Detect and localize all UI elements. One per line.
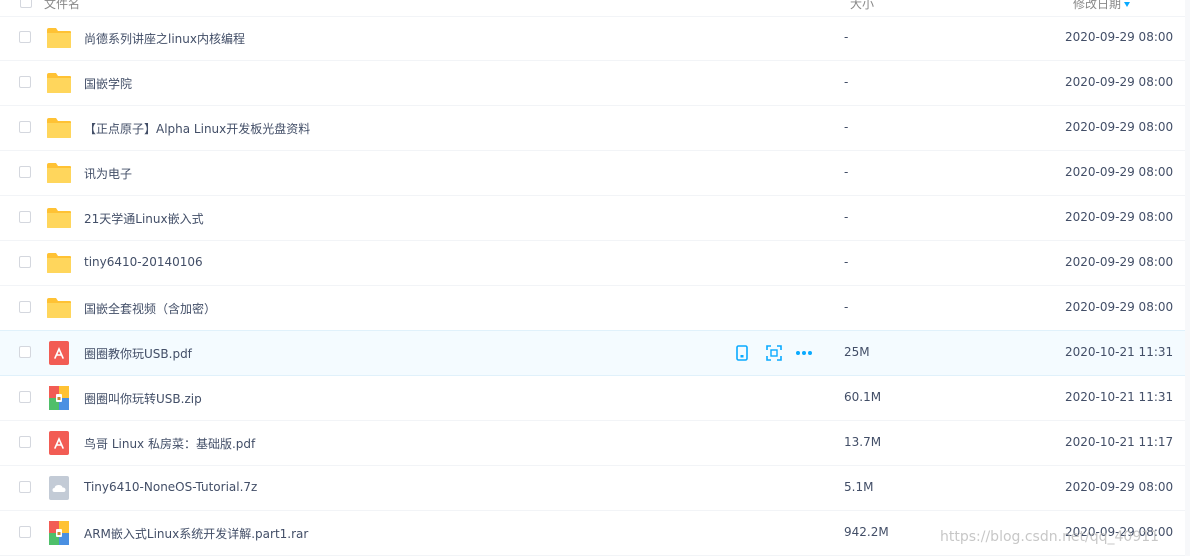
file-name-link[interactable]: 尚德系列讲座之linux内核编程 bbox=[84, 30, 245, 47]
row-checkbox[interactable] bbox=[19, 211, 31, 223]
zip-archive-icon bbox=[46, 520, 72, 546]
file-row[interactable]: 国嵌全套视频（含加密） - 2020-09-29 08:00 bbox=[0, 286, 1185, 331]
row-checkbox[interactable] bbox=[19, 481, 31, 493]
file-size: 5.1M bbox=[844, 480, 874, 494]
file-size: 13.7M bbox=[844, 435, 882, 449]
file-row[interactable]: 尚德系列讲座之linux内核编程 - 2020-09-29 08:00 bbox=[0, 16, 1185, 61]
file-name-link[interactable]: 21天学通Linux嵌入式 bbox=[84, 210, 204, 227]
file-name-link[interactable]: tiny6410-20140106 bbox=[84, 255, 203, 269]
file-row[interactable]: 圈圈教你玩USB.pdf 25M 2020-10-21 11:31 bbox=[0, 330, 1185, 376]
folder-icon bbox=[46, 250, 72, 276]
modified-date: 2020-09-29 08:00 bbox=[1065, 120, 1174, 134]
scrollbar-track[interactable] bbox=[1185, 0, 1190, 556]
file-row[interactable]: 鸟哥 Linux 私房菜：基础版.pdf 13.7M 2020-10-21 11:1… bbox=[0, 421, 1185, 466]
modified-date: 2020-09-29 08:00 bbox=[1065, 525, 1174, 539]
phone-icon[interactable] bbox=[733, 344, 751, 362]
folder-icon bbox=[46, 295, 72, 321]
modified-date: 2020-10-21 11:31 bbox=[1065, 345, 1174, 359]
file-size: - bbox=[844, 30, 849, 44]
select-all-checkbox[interactable] bbox=[20, 0, 32, 8]
file-size: - bbox=[844, 300, 849, 314]
modified-date: 2020-09-29 08:00 bbox=[1065, 210, 1174, 224]
file-size: - bbox=[844, 165, 849, 179]
file-name-link[interactable]: Tiny6410-NoneOS-Tutorial.7z bbox=[84, 480, 257, 494]
modified-date: 2020-09-29 08:00 bbox=[1065, 300, 1174, 314]
file-name-link[interactable]: 圈圈叫你玩转USB.zip bbox=[84, 390, 202, 407]
file-size: 25M bbox=[844, 345, 870, 359]
file-size: - bbox=[844, 255, 849, 269]
modified-date: 2020-09-29 08:00 bbox=[1065, 75, 1174, 89]
modified-date: 2020-09-29 08:00 bbox=[1065, 30, 1174, 44]
modified-date: 2020-09-29 08:00 bbox=[1065, 165, 1174, 179]
modified-date: 2020-09-29 08:00 bbox=[1065, 480, 1174, 494]
pdf-file-icon bbox=[46, 340, 72, 366]
row-checkbox[interactable] bbox=[19, 346, 31, 358]
folder-icon bbox=[46, 25, 72, 51]
modified-date: 2020-10-21 11:17 bbox=[1065, 435, 1174, 449]
column-header-size[interactable]: 大小 bbox=[850, 0, 874, 12]
file-row[interactable]: 【正点原子】Alpha Linux开发板光盘资料 - 2020-09-29 08:0… bbox=[0, 106, 1185, 151]
file-row[interactable]: 21天学通Linux嵌入式 - 2020-09-29 08:00 bbox=[0, 196, 1185, 241]
file-name-link[interactable]: 圈圈教你玩USB.pdf bbox=[84, 345, 192, 362]
row-checkbox[interactable] bbox=[19, 166, 31, 178]
modified-date: 2020-10-21 11:31 bbox=[1065, 390, 1174, 404]
file-name-link[interactable]: 【正点原子】Alpha Linux开发板光盘资料 bbox=[84, 120, 310, 137]
file-size: 942.2M bbox=[844, 525, 889, 539]
file-size: 60.1M bbox=[844, 390, 882, 404]
folder-icon bbox=[46, 160, 72, 186]
file-row[interactable]: 国嵌学院 - 2020-09-29 08:00 bbox=[0, 61, 1185, 106]
list-header: 文件名 大小 修改日期 bbox=[0, 0, 1185, 17]
row-checkbox[interactable] bbox=[19, 436, 31, 448]
file-name-link[interactable]: 讯为电子 bbox=[84, 165, 132, 182]
file-name-link[interactable]: 国嵌全套视频（含加密） bbox=[84, 300, 216, 317]
column-header-name[interactable]: 文件名 bbox=[44, 0, 80, 12]
folder-icon bbox=[46, 115, 72, 141]
sort-down-icon[interactable] bbox=[1124, 2, 1131, 7]
archive-cloud-icon bbox=[46, 475, 72, 501]
file-row[interactable]: Tiny6410-NoneOS-Tutorial.7z 5.1M 2020-09-2… bbox=[0, 466, 1185, 511]
folder-icon bbox=[46, 205, 72, 231]
row-checkbox[interactable] bbox=[19, 301, 31, 313]
scan-icon[interactable] bbox=[765, 344, 783, 362]
column-header-date[interactable]: 修改日期 bbox=[1073, 0, 1131, 12]
file-rows: 尚德系列讲座之linux内核编程 -2020-09-29 08:00 国嵌学院 -2… bbox=[0, 16, 1185, 556]
file-row[interactable]: 圈圈叫你玩转USB.zip 60.1M 2020-10-21 11:31 bbox=[0, 376, 1185, 421]
folder-icon bbox=[46, 70, 72, 96]
row-checkbox[interactable] bbox=[19, 256, 31, 268]
modified-date: 2020-09-29 08:00 bbox=[1065, 255, 1174, 269]
file-size: - bbox=[844, 120, 849, 134]
file-name-link[interactable]: ARM嵌入式Linux系统开发详解.part1.rar bbox=[84, 525, 308, 542]
row-checkbox[interactable] bbox=[19, 31, 31, 43]
file-row[interactable]: tiny6410-20140106 - 2020-09-29 08:00 bbox=[0, 241, 1185, 286]
file-row[interactable]: 讯为电子 - 2020-09-29 08:00 bbox=[0, 151, 1185, 196]
row-checkbox[interactable] bbox=[19, 526, 31, 538]
file-size: - bbox=[844, 75, 849, 89]
row-checkbox[interactable] bbox=[19, 391, 31, 403]
file-row[interactable]: ARM嵌入式Linux系统开发详解.part1.rar 942.2M 2020-09… bbox=[0, 511, 1185, 556]
file-name-link[interactable]: 鸟哥 Linux 私房菜：基础版.pdf bbox=[84, 435, 255, 452]
file-name-link[interactable]: 国嵌学院 bbox=[84, 75, 132, 92]
more-icon[interactable] bbox=[795, 344, 813, 362]
row-checkbox[interactable] bbox=[19, 76, 31, 88]
file-size: - bbox=[844, 210, 849, 224]
pdf-file-icon bbox=[46, 430, 72, 456]
file-list: 文件名 大小 修改日期 尚德系列讲座之linux内核编程 - 2020-09-29 … bbox=[0, 0, 1190, 556]
zip-archive-icon bbox=[46, 385, 72, 411]
column-header-date-label: 修改日期 bbox=[1073, 0, 1122, 11]
row-checkbox[interactable] bbox=[19, 121, 31, 133]
